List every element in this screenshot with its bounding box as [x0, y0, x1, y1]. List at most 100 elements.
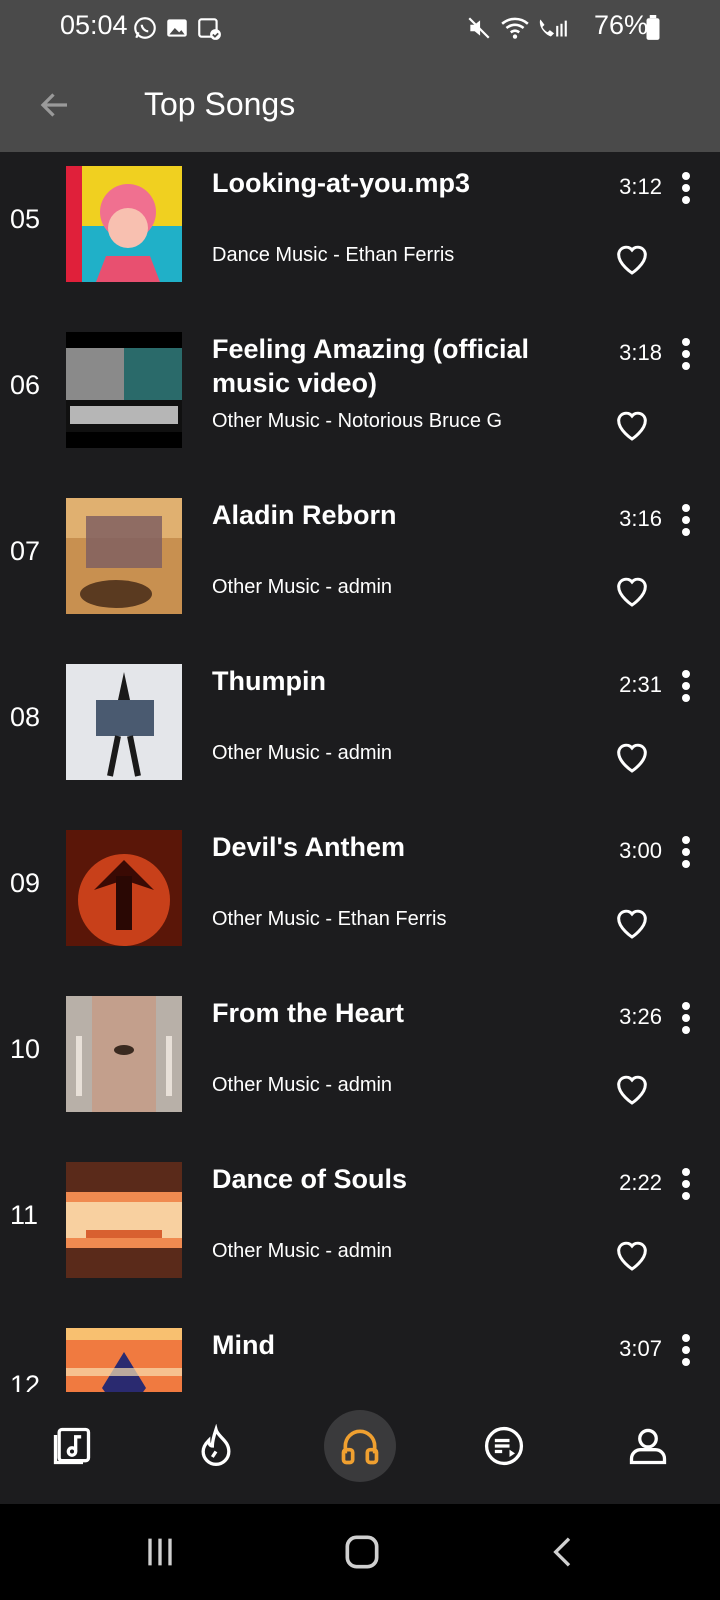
song-duration: 3:18 [619, 340, 662, 365]
nav-playlist[interactable] [468, 1410, 540, 1482]
more-options-button[interactable] [672, 664, 700, 708]
song-subtitle: Dance Music - Ethan Ferris [212, 244, 455, 266]
album-art[interactable] [66, 498, 182, 614]
song-index: 10 [10, 1034, 41, 1064]
kebab-dot [682, 1334, 690, 1342]
battery-icon [646, 15, 660, 40]
kebab-dot [682, 338, 690, 346]
heart-icon[interactable] [612, 902, 652, 942]
kebab-dot [682, 1192, 690, 1200]
song-duration: 3:00 [619, 838, 662, 863]
song-index: 05 [10, 204, 41, 234]
song-duration: 2:31 [619, 672, 662, 697]
kebab-dot [682, 694, 690, 702]
kebab-dot [682, 1002, 690, 1010]
kebab-dot [682, 836, 690, 844]
more-options-button[interactable] [672, 166, 700, 210]
song-row[interactable]: 05 Looking-at-you.mp3 Dance Music - Etha… [0, 152, 720, 318]
heart-icon[interactable] [612, 1234, 652, 1274]
kebab-dot [682, 670, 690, 678]
kebab-dot [682, 1168, 690, 1176]
arrow-left-icon [40, 93, 67, 117]
kebab-dot [682, 528, 690, 536]
kebab-dot [682, 172, 690, 180]
kebab-dot [682, 350, 690, 358]
nav-headphones[interactable] [324, 1410, 396, 1482]
more-options-button[interactable] [672, 332, 700, 376]
album-art[interactable] [66, 996, 182, 1112]
recent-apps-button[interactable] [130, 1528, 190, 1576]
system-back-button[interactable] [534, 1528, 594, 1576]
nav-profile[interactable] [612, 1410, 684, 1482]
more-options-button[interactable] [672, 1162, 700, 1206]
album-art[interactable] [66, 1162, 182, 1278]
album-art[interactable] [66, 1328, 182, 1392]
song-row[interactable]: 12 Mind 3:07 [0, 1314, 720, 1392]
song-subtitle: Other Music - admin [212, 576, 393, 598]
song-title: Thumpin [212, 666, 326, 696]
song-subtitle: Other Music - admin [212, 1240, 393, 1262]
song-title: Devil's Anthem [212, 832, 405, 862]
album-art[interactable] [66, 830, 182, 946]
song-index: 08 [10, 702, 41, 732]
song-index: 12 [10, 1370, 41, 1392]
more-options-button[interactable] [672, 498, 700, 542]
more-options-button[interactable] [672, 1328, 700, 1372]
song-row[interactable]: 11 Dance of Souls Other Music - admin 2:… [0, 1148, 720, 1314]
headphones-icon [341, 1429, 379, 1465]
song-row[interactable]: 08 Thumpin Other Music - admin 2:31 [0, 650, 720, 816]
album-art[interactable] [66, 664, 182, 780]
heart-icon[interactable] [612, 1068, 652, 1108]
song-title: Feeling Amazing (official music video) [212, 334, 530, 398]
song-duration: 2:22 [619, 1170, 662, 1195]
song-duration: 3:26 [619, 1004, 662, 1029]
mute-icon [468, 17, 490, 39]
status-time: 05:04 [60, 10, 128, 40]
nav-trending[interactable] [180, 1410, 252, 1482]
back-icon [553, 1537, 571, 1567]
heart-icon[interactable] [612, 238, 652, 278]
more-options-button[interactable] [672, 830, 700, 874]
song-index: 11 [10, 1200, 39, 1230]
whatsapp-icon [134, 17, 156, 39]
kebab-dot [682, 848, 690, 856]
battery-percent: 76% [594, 10, 649, 40]
kebab-dot [682, 196, 690, 204]
kebab-dot [682, 1358, 690, 1366]
calendar-icon [198, 18, 221, 40]
song-title: Mind [212, 1330, 275, 1360]
song-row[interactable]: 10 From the Heart Other Music - admin 3:… [0, 982, 720, 1148]
song-title: From the Heart [212, 998, 405, 1028]
playlist-icon [484, 1426, 524, 1466]
more-options-button[interactable] [672, 996, 700, 1040]
song-index: 07 [10, 536, 41, 566]
song-title: Dance of Souls [212, 1164, 408, 1194]
heart-icon[interactable] [612, 736, 652, 776]
system-navigation-bar [0, 1504, 720, 1600]
song-title: Aladin Reborn [212, 500, 397, 530]
home-button[interactable] [332, 1528, 392, 1576]
song-row[interactable]: 09 Devil's Anthem Other Music - Ethan Fe… [0, 816, 720, 982]
recent-apps-icon [148, 1538, 172, 1566]
song-subtitle: Other Music - Ethan Ferris [212, 908, 447, 930]
song-index: 06 [10, 370, 41, 400]
heart-icon[interactable] [612, 404, 652, 444]
wifi-call-icon [539, 19, 567, 37]
song-duration: 3:07 [619, 1336, 662, 1361]
back-button[interactable] [30, 80, 80, 130]
song-title: Looking-at-you.mp3 [212, 168, 470, 198]
heart-icon[interactable] [612, 570, 652, 610]
kebab-dot [682, 184, 690, 192]
song-row[interactable]: 07 Aladin Reborn Other Music - admin 3:1… [0, 484, 720, 650]
kebab-dot [682, 516, 690, 524]
song-row[interactable]: 06 Feeling Amazing (official music video… [0, 318, 720, 484]
album-art[interactable] [66, 166, 182, 282]
trending-icon [201, 1424, 231, 1466]
kebab-dot [682, 504, 690, 512]
bottom-navigation [0, 1392, 720, 1504]
app-header: Top Songs [0, 56, 720, 152]
song-list[interactable]: 05 Looking-at-you.mp3 Dance Music - Etha… [0, 152, 720, 1392]
album-art[interactable] [66, 332, 182, 448]
nav-music-library[interactable] [36, 1410, 108, 1482]
profile-icon [629, 1428, 667, 1465]
